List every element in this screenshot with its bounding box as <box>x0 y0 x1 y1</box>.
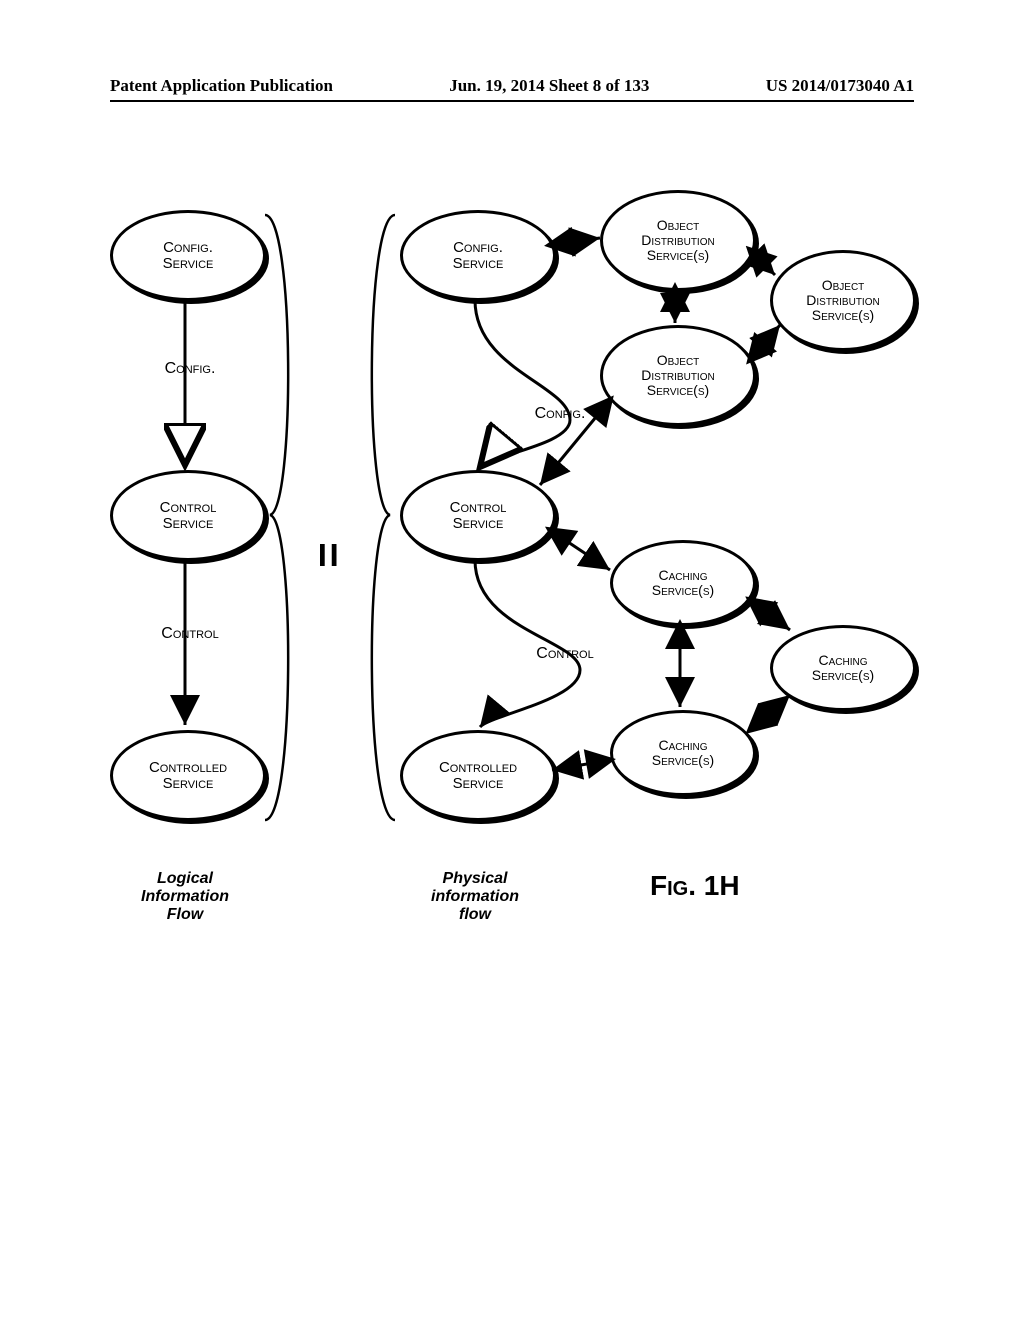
node-label: Config. <box>453 240 503 256</box>
node-label: Distribution <box>641 368 714 383</box>
node-label: Caching <box>818 653 867 668</box>
edge-label-logical-config: Config. <box>150 360 230 378</box>
node-label: Controlled <box>149 760 227 776</box>
edge-label-physical-config: Config. <box>520 405 600 423</box>
node-logical-controlled: Controlled Service <box>110 730 266 821</box>
header-right: US 2014/0173040 A1 <box>766 76 914 96</box>
header-left: Patent Application Publication <box>110 76 333 96</box>
node-label: Service <box>453 256 504 272</box>
edge-cachetop-cacheright <box>750 600 790 630</box>
node-cache-top: Caching Service(s) <box>610 540 756 626</box>
edge-cachebot-cacheright <box>750 695 790 730</box>
node-physical-control: Control Service <box>400 470 556 561</box>
node-label: Distribution <box>641 233 714 248</box>
node-label: Service <box>453 516 504 532</box>
caption-physical: Physical information flow <box>400 870 550 924</box>
figure-1h: Config. Service Config. Control Service … <box>110 170 910 1070</box>
node-physical-config: Config. Service <box>400 210 556 301</box>
node-cache-right: Caching Service(s) <box>770 625 916 711</box>
header-center: Jun. 19, 2014 Sheet 8 of 133 <box>449 76 649 96</box>
node-od-top: Object Distribution Service(s) <box>600 190 756 291</box>
edge-cachebot-controlled <box>552 760 610 770</box>
edge-odmid-odright <box>750 325 780 360</box>
caption-logical: Logical Information Flow <box>110 870 260 924</box>
node-od-mid: Object Distribution Service(s) <box>600 325 756 426</box>
node-label: Service <box>163 776 214 792</box>
page-header: Patent Application Publication Jun. 19, … <box>110 76 914 96</box>
node-label: Caching <box>658 738 707 753</box>
arrow-physical-config <box>475 300 570 467</box>
node-label: Distribution <box>806 293 879 308</box>
node-label: Service(s) <box>647 248 709 263</box>
equals-icon: = <box>303 542 353 568</box>
node-od-right: Object Distribution Service(s) <box>770 250 916 351</box>
brace-physical <box>372 215 395 820</box>
node-label: Service <box>163 256 214 272</box>
node-label: Service <box>163 516 214 532</box>
edge-odtop-odright <box>750 250 775 275</box>
node-logical-config: Config. Service <box>110 210 266 301</box>
node-label: Service(s) <box>812 308 874 323</box>
header-rule <box>110 100 914 102</box>
node-label: Control <box>160 500 217 516</box>
brace-logical <box>265 215 288 820</box>
node-cache-bot: Caching Service(s) <box>610 710 756 796</box>
node-label: Object <box>657 218 700 233</box>
edge-config-odtop <box>550 238 600 245</box>
node-label: Service(s) <box>647 383 709 398</box>
arrow-physical-control <box>475 560 580 727</box>
node-label: Service(s) <box>652 753 714 768</box>
node-label: Service(s) <box>812 668 874 683</box>
node-physical-controlled: Controlled Service <box>400 730 556 821</box>
node-label: Object <box>657 353 700 368</box>
figure-label: Fig. 1H <box>650 870 740 902</box>
node-label: Service(s) <box>652 583 714 598</box>
node-label: Object <box>822 278 865 293</box>
node-label: Config. <box>163 240 213 256</box>
node-label: Controlled <box>439 760 517 776</box>
edge-control-cachetop <box>550 530 610 570</box>
node-label: Control <box>450 500 507 516</box>
node-label: Caching <box>658 568 707 583</box>
edge-label-logical-control: Control <box>150 625 230 643</box>
node-label: Service <box>453 776 504 792</box>
edge-label-physical-control: Control <box>520 645 610 663</box>
node-logical-control: Control Service <box>110 470 266 561</box>
